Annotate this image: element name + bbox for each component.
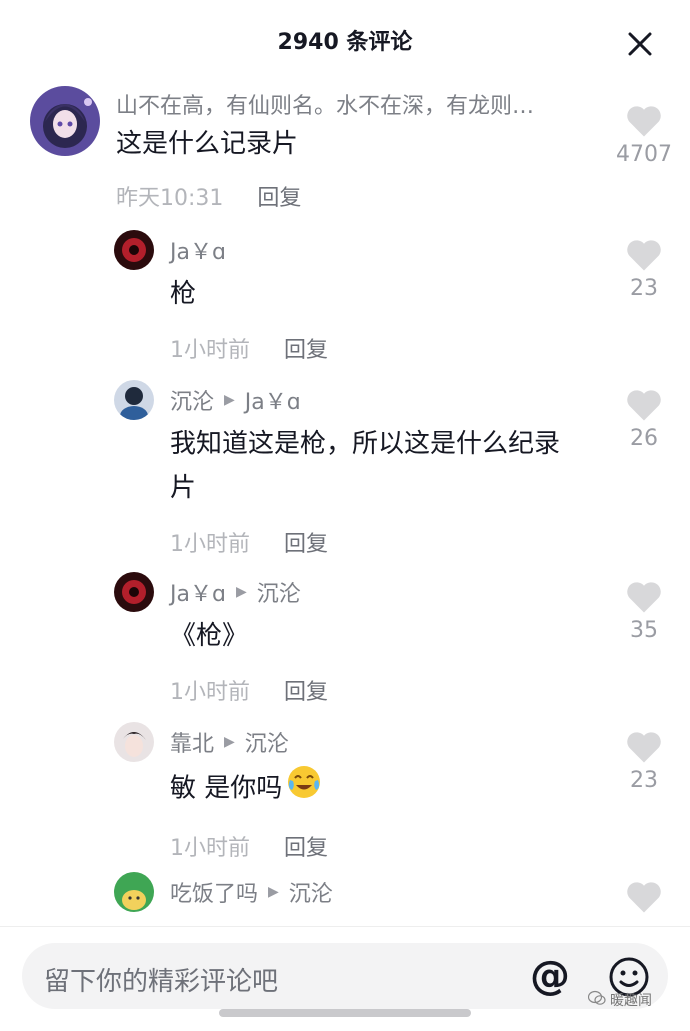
comment-time: 1小时前 xyxy=(170,680,250,705)
comment-text: 敏 是你吗 xyxy=(170,764,328,814)
avatar[interactable] xyxy=(114,380,154,420)
avatar[interactable] xyxy=(114,872,154,912)
mention-icon[interactable]: @ xyxy=(530,953,570,999)
like-group: 4707 xyxy=(614,104,674,167)
home-indicator xyxy=(219,1009,471,1017)
reply-button[interactable]: 回复 xyxy=(284,332,328,364)
comment-username[interactable]: 沉沦 xyxy=(170,384,214,416)
comment-username[interactable]: 吃饭了吗 xyxy=(170,876,258,908)
comment-text-line: 我知道这是枪，所以这是什么纪录 xyxy=(170,429,561,459)
wechat-icon xyxy=(587,990,606,1010)
reply-to-username[interactable]: 沉沦 xyxy=(257,576,301,608)
comment-time: 昨天10:31 xyxy=(116,186,224,211)
comment-item: 靠北 ▶ 沉沦 敏 是你吗 1小时前 回复 23 xyxy=(0,722,690,862)
like-count: 35 xyxy=(630,618,658,643)
watermark-text: 暖趣闻 xyxy=(610,993,652,1009)
reply-button[interactable]: 回复 xyxy=(284,674,328,706)
heart-icon[interactable] xyxy=(625,580,663,614)
avatar[interactable] xyxy=(114,722,154,762)
like-group: 26 xyxy=(614,388,674,451)
comment-username: Ja￥ɑ ▶ 沉沦 xyxy=(170,576,328,608)
like-group: 23 xyxy=(614,238,674,301)
avatar[interactable] xyxy=(30,86,100,156)
comment-time: 1小时前 xyxy=(170,338,250,363)
reply-button[interactable]: 回复 xyxy=(284,830,328,862)
comment-text-content: 敏 是你吗 xyxy=(170,773,283,804)
heart-icon[interactable] xyxy=(625,238,663,272)
comment-input[interactable]: 留下你的精彩评论吧 @ xyxy=(22,943,668,1009)
reply-arrow-icon: ▶ xyxy=(268,884,279,900)
reply-button[interactable]: 回复 xyxy=(257,180,301,212)
comment-item: 山不在高，有仙则名。水不在深，有龙则… 这是什么记录片 昨天10:31 回复 4… xyxy=(0,80,690,220)
reply-button[interactable]: 回复 xyxy=(284,526,328,558)
comment-username: 沉沦 ▶ Ja￥ɑ xyxy=(170,384,560,416)
comment-text: 我知道这是枪，所以这是什么纪录 片 xyxy=(170,422,560,510)
reply-to-username[interactable]: Ja￥ɑ xyxy=(245,384,301,416)
comment-item: 沉沦 ▶ Ja￥ɑ 我知道这是枪，所以这是什么纪录 片 1小时前 回复 26 xyxy=(0,380,690,560)
comments-header: 2940 条评论 xyxy=(0,0,690,80)
comment-time: 1小时前 xyxy=(170,532,250,557)
like-group: 23 xyxy=(614,730,674,793)
like-count: 23 xyxy=(630,768,658,793)
reply-to-username[interactable]: 沉沦 xyxy=(245,726,289,758)
comment-username[interactable]: Ja￥ɑ xyxy=(170,234,328,266)
watermark: 暖趣闻 xyxy=(587,990,652,1010)
comment-text: 枪 xyxy=(170,279,197,309)
comment-count-title: 2940 条评论 xyxy=(277,30,413,55)
avatar[interactable] xyxy=(114,230,154,270)
comment-text: 这是什么记录片 xyxy=(116,129,299,159)
comment-item: Ja￥ɑ 枪 1小时前 回复 23 xyxy=(0,230,690,370)
comment-list[interactable]: 山不在高，有仙则名。水不在深，有龙则… 这是什么记录片 昨天10:31 回复 4… xyxy=(0,80,690,926)
like-count: 23 xyxy=(630,276,658,301)
reply-arrow-icon: ▶ xyxy=(224,392,235,408)
like-count: 4707 xyxy=(616,142,672,167)
comment-username[interactable]: 山不在高，有仙则名。水不在深，有龙则… xyxy=(116,88,534,120)
avatar[interactable] xyxy=(114,572,154,612)
comment-username[interactable]: Ja￥ɑ xyxy=(170,576,226,608)
comment-text-line: 片 xyxy=(170,473,197,503)
comment-username: 吃饭了吗 ▶ 沉沦 xyxy=(170,876,333,908)
like-count: 26 xyxy=(630,426,658,451)
heart-icon[interactable] xyxy=(625,104,663,138)
heart-icon[interactable] xyxy=(625,730,663,764)
comment-time: 1小时前 xyxy=(170,836,250,861)
heart-icon[interactable] xyxy=(625,880,663,914)
heart-icon[interactable] xyxy=(625,388,663,422)
comment-username: 靠北 ▶ 沉沦 xyxy=(170,726,328,758)
reply-arrow-icon: ▶ xyxy=(224,734,235,750)
comment-item: Ja￥ɑ ▶ 沉沦 《枪》 1小时前 回复 35 xyxy=(0,572,690,712)
reply-to-username[interactable]: 沉沦 xyxy=(289,876,333,908)
crying-laughing-emoji xyxy=(286,764,322,814)
comment-text: 《枪》 xyxy=(170,621,249,651)
comment-item: 吃饭了吗 ▶ 沉沦 xyxy=(0,872,690,926)
comment-input-placeholder: 留下你的精彩评论吧 xyxy=(44,967,279,997)
like-group: 35 xyxy=(614,580,674,643)
reply-arrow-icon: ▶ xyxy=(235,584,247,600)
comment-username[interactable]: 靠北 xyxy=(170,726,214,758)
close-icon[interactable] xyxy=(622,26,658,62)
like-group xyxy=(614,880,674,914)
